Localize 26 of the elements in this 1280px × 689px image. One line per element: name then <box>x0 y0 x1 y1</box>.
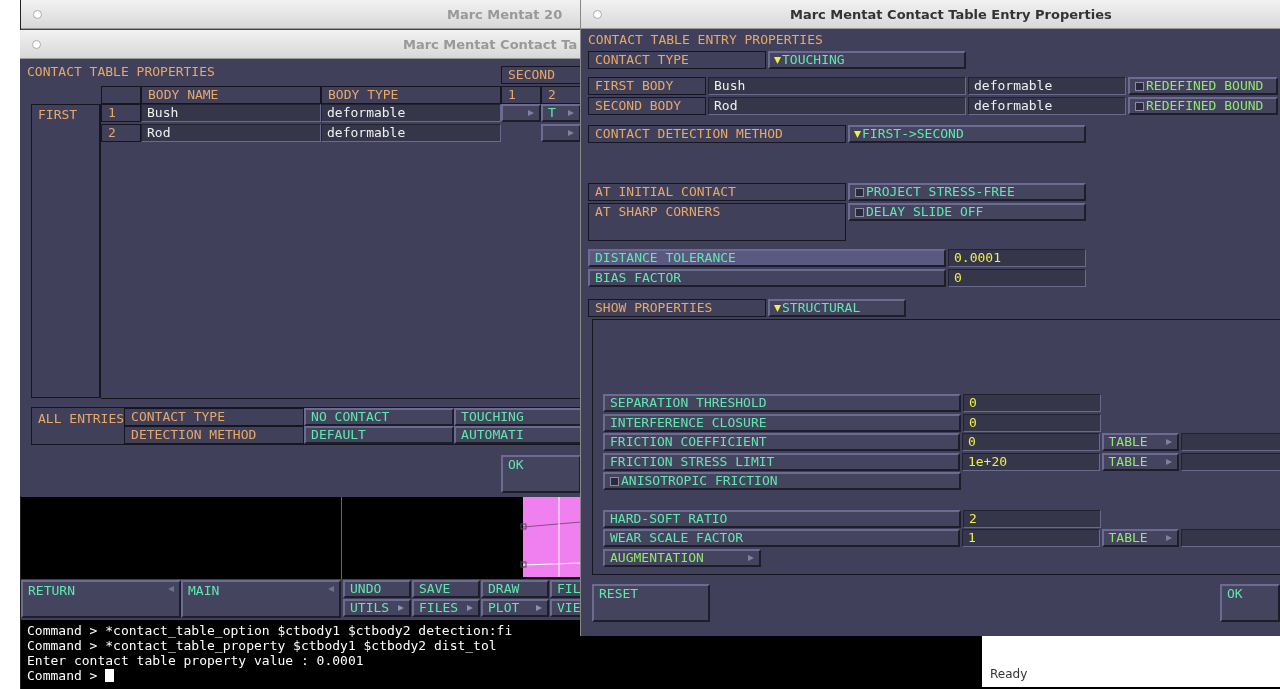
column-header: BODY NAME <box>141 86 321 104</box>
window-title: Marc Mentat Contact Ta <box>403 36 578 52</box>
field-label: FIRST BODY <box>588 77 706 95</box>
window-title: Marc Mentat Contact Table Entry Properties <box>790 6 1112 22</box>
row-number: 1 <box>101 104 141 122</box>
column-header: BODY TYPE <box>321 86 501 104</box>
entry-label: DETECTION METHOD <box>124 426 305 444</box>
window-title: Marc Mentat 20 <box>447 6 563 22</box>
entry-label: CONTACT TYPE <box>124 408 305 426</box>
field-label: AT SHARP CORNERS <box>588 203 846 241</box>
first-label: FIRST <box>38 107 78 122</box>
column-header: 1 <box>501 86 541 104</box>
field-label: SHOW PROPERTIES <box>588 299 766 317</box>
dialog-heading: CONTACT TABLE ENTRY PROPERTIES <box>588 32 824 47</box>
command-line: Command > <box>27 668 98 683</box>
command-line: Command > *contact_table_option $ctbody1 $ctbody2 detection:fi <box>27 623 513 638</box>
dialog-heading: CONTACT TABLE PROPERTIES <box>27 64 215 79</box>
field-label: CONTACT TYPE <box>588 51 766 69</box>
status-text: Ready <box>990 667 1028 681</box>
command-line: Enter contact table property value : 0.0001 <box>27 653 364 668</box>
row-number: 2 <box>101 124 141 142</box>
command-line: Command > *contact_table_property $ctbody1 $ctbody2 dist_tol <box>27 638 497 653</box>
field-label: CONTACT DETECTION METHOD <box>588 125 846 143</box>
all-entries-label: ALL ENTRIES <box>37 410 125 428</box>
field-label: AT INITIAL CONTACT <box>588 183 846 201</box>
field-label: SECOND BODY <box>588 97 706 115</box>
